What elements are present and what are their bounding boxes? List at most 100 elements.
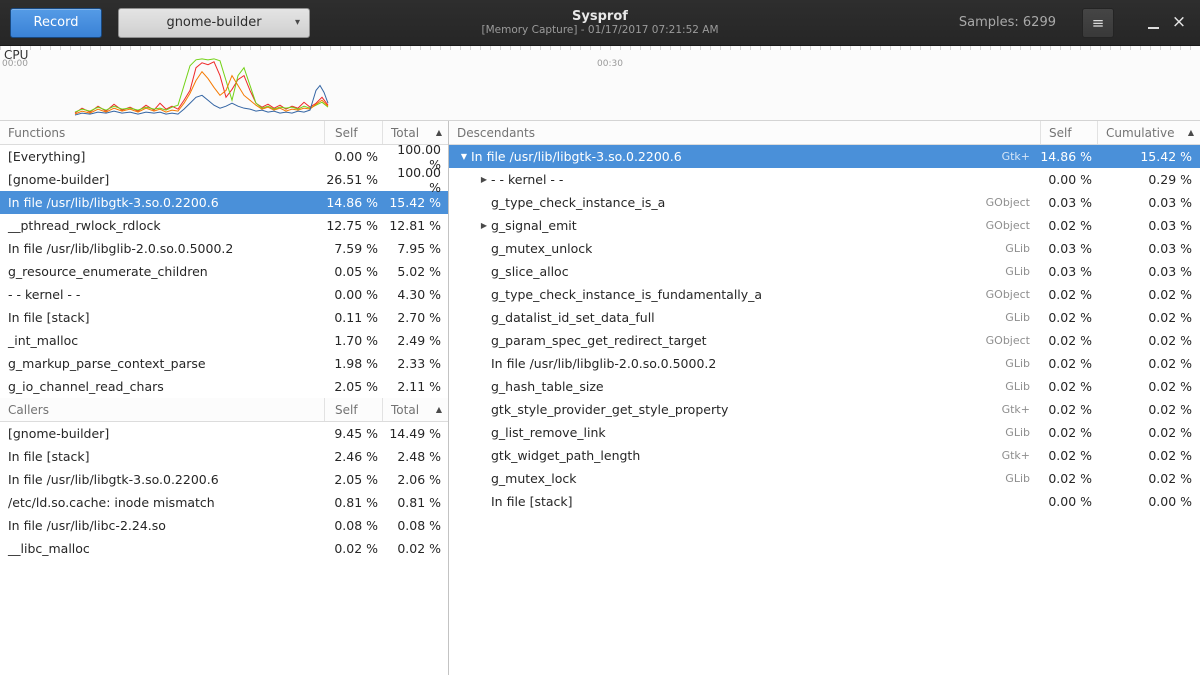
- callers-self-column-header[interactable]: Self: [324, 398, 382, 421]
- callers-table-row[interactable]: In file /usr/lib/libc-2.24.so0.08 %0.08 …: [0, 514, 448, 537]
- function-name: gtk_style_provider_get_style_property: [491, 402, 728, 417]
- function-name: In file [stack]: [0, 310, 324, 325]
- callers-total-column-header[interactable]: Total ▲: [382, 398, 448, 421]
- descendants-table-row[interactable]: gtk_widget_path_lengthGtk+0.02 %0.02 %: [449, 444, 1200, 467]
- self-percent: 0.02 %: [1040, 402, 1097, 417]
- function-name: In file /usr/lib/libgtk-3.so.0.2200.6: [0, 195, 324, 210]
- self-percent: 0.03 %: [1040, 241, 1097, 256]
- descendant-name-cell: g_hash_table_sizeGLib: [449, 379, 1040, 394]
- cumulative-percent: 0.03 %: [1097, 264, 1200, 279]
- cumulative-percent: 15.42 %: [1097, 149, 1200, 164]
- functions-table-row[interactable]: [gnome-builder]26.51 %100.00 %: [0, 168, 448, 191]
- total-percent: 2.33 %: [382, 356, 448, 371]
- self-percent: 0.02 %: [1040, 471, 1097, 486]
- cpu-series-cpu-green: [75, 59, 328, 112]
- expander-closed-icon[interactable]: ▶: [477, 175, 491, 184]
- descendants-table-row[interactable]: g_type_check_instance_is_aGObject0.03 %0…: [449, 191, 1200, 214]
- self-percent: 12.75 %: [324, 218, 382, 233]
- callers-table-row[interactable]: /etc/ld.so.cache: inode mismatch0.81 %0.…: [0, 491, 448, 514]
- self-percent: 2.05 %: [324, 379, 382, 394]
- self-percent: 0.02 %: [1040, 379, 1097, 394]
- descendants-table-row[interactable]: g_mutex_unlockGLib0.03 %0.03 %: [449, 237, 1200, 260]
- total-percent: 0.08 %: [382, 518, 448, 533]
- functions-table-row[interactable]: - - kernel - -0.00 %4.30 %: [0, 283, 448, 306]
- descendants-table-row[interactable]: ▶- - kernel - -0.00 %0.29 %: [449, 168, 1200, 191]
- functions-table-row[interactable]: __pthread_rwlock_rdlock12.75 %12.81 %: [0, 214, 448, 237]
- descendants-table-row[interactable]: In file /usr/lib/libglib-2.0.so.0.5000.2…: [449, 352, 1200, 375]
- descendants-table-row[interactable]: ▼In file /usr/lib/libgtk-3.so.0.2200.6 Gt…: [449, 145, 1200, 168]
- descendants-table-row[interactable]: g_type_check_instance_is_fundamentally_a…: [449, 283, 1200, 306]
- function-name: [gnome-builder]: [0, 172, 324, 187]
- sort-indicator-icon: ▲: [1188, 128, 1194, 137]
- record-button[interactable]: Record: [10, 8, 102, 38]
- cumulative-percent: 0.02 %: [1097, 379, 1200, 394]
- descendants-cumulative-column-header[interactable]: Cumulative ▲: [1097, 121, 1200, 144]
- minimize-icon: [1148, 16, 1159, 29]
- function-name: In file /usr/lib/libglib-2.0.so.0.5000.2: [491, 356, 716, 371]
- library-badge: GObject: [986, 334, 1040, 347]
- descendants-table-row[interactable]: In file [stack]0.00 %0.00 %: [449, 490, 1200, 513]
- descendant-name-cell: g_slice_allocGLib: [449, 264, 1040, 279]
- callers-table-row[interactable]: __libc_malloc0.02 %0.02 %: [0, 537, 448, 560]
- functions-table-row[interactable]: g_markup_parse_context_parse1.98 %2.33 %: [0, 352, 448, 375]
- self-percent: 0.02 %: [324, 541, 382, 556]
- descendants-table-row[interactable]: ▶g_signal_emitGObject0.02 %0.03 %: [449, 214, 1200, 237]
- function-name: In file /usr/lib/libgtk-3.so.0.2200.6: [0, 472, 324, 487]
- functions-table-row[interactable]: In file /usr/lib/libglib-2.0.so.0.5000.2…: [0, 237, 448, 260]
- library-badge: GObject: [986, 196, 1040, 209]
- functions-table-row[interactable]: [Everything]0.00 %100.00 %: [0, 145, 448, 168]
- function-name: g_slice_alloc: [491, 264, 569, 279]
- self-percent: 1.70 %: [324, 333, 382, 348]
- cumulative-percent: 0.03 %: [1097, 241, 1200, 256]
- function-name: g_io_channel_read_chars: [0, 379, 324, 394]
- callers-table-row[interactable]: In file [stack]2.46 %2.48 %: [0, 445, 448, 468]
- descendants-table-row[interactable]: g_list_remove_linkGLib0.02 %0.02 %: [449, 421, 1200, 444]
- functions-table-row[interactable]: _int_malloc1.70 %2.49 %: [0, 329, 448, 352]
- callers-column-header[interactable]: Callers: [0, 398, 324, 421]
- sysprof-window: Record gnome-builder ▾ Sysprof [Memory C…: [0, 0, 1200, 675]
- descendants-table-row[interactable]: g_param_spec_get_redirect_targetGObject0…: [449, 329, 1200, 352]
- functions-table-row[interactable]: In file /usr/lib/libgtk-3.so.0.2200.614.…: [0, 191, 448, 214]
- function-name: /etc/ld.so.cache: inode mismatch: [0, 495, 324, 510]
- self-percent: 7.59 %: [324, 241, 382, 256]
- target-selector-dropdown[interactable]: gnome-builder ▾: [118, 8, 310, 38]
- sort-indicator-icon: ▲: [436, 405, 442, 414]
- cpu-timeline[interactable]: CPU 00:00 00:30: [0, 46, 1200, 121]
- functions-self-column-header[interactable]: Self: [324, 121, 382, 144]
- self-percent: 0.02 %: [1040, 310, 1097, 325]
- self-percent: 0.00 %: [1040, 494, 1097, 509]
- expander-open-icon[interactable]: ▼: [457, 152, 471, 161]
- total-percent: 5.02 %: [382, 264, 448, 279]
- descendants-table-row[interactable]: g_datalist_id_set_data_fullGLib0.02 %0.0…: [449, 306, 1200, 329]
- descendants-table-row[interactable]: g_mutex_lockGLib0.02 %0.02 %: [449, 467, 1200, 490]
- total-percent: 15.42 %: [382, 195, 448, 210]
- total-percent: 0.02 %: [382, 541, 448, 556]
- self-percent: 0.02 %: [1040, 356, 1097, 371]
- functions-column-header[interactable]: Functions: [0, 121, 324, 144]
- self-percent: 0.02 %: [1040, 218, 1097, 233]
- descendants-table-row[interactable]: gtk_style_provider_get_style_propertyGtk…: [449, 398, 1200, 421]
- cumulative-percent: 0.02 %: [1097, 402, 1200, 417]
- self-percent: 0.02 %: [1040, 287, 1097, 302]
- descendant-name-cell: g_datalist_id_set_data_fullGLib: [449, 310, 1040, 325]
- expander-closed-icon[interactable]: ▶: [477, 221, 491, 230]
- total-percent: 2.70 %: [382, 310, 448, 325]
- self-percent: 0.02 %: [1040, 333, 1097, 348]
- callers-table-row[interactable]: [gnome-builder]9.45 %14.49 %: [0, 422, 448, 445]
- minimize-button[interactable]: [1140, 8, 1166, 38]
- functions-table: [Everything]0.00 %100.00 %[gnome-builder…: [0, 145, 448, 398]
- functions-table-row[interactable]: In file [stack]0.11 %2.70 %: [0, 306, 448, 329]
- function-name: In file /usr/lib/libgtk-3.so.0.2200.6: [471, 149, 682, 164]
- descendants-table-row[interactable]: g_slice_allocGLib0.03 %0.03 %: [449, 260, 1200, 283]
- library-badge: Gtk+: [1002, 150, 1040, 163]
- descendants-table-header: Descendants Self Cumulative ▲: [449, 121, 1200, 145]
- callers-table-row[interactable]: In file /usr/lib/libgtk-3.so.0.2200.62.0…: [0, 468, 448, 491]
- functions-table-row[interactable]: g_resource_enumerate_children0.05 %5.02 …: [0, 260, 448, 283]
- descendants-self-column-header[interactable]: Self: [1040, 121, 1097, 144]
- menu-button[interactable]: ≡: [1082, 8, 1114, 38]
- library-badge: GLib: [1005, 311, 1040, 324]
- descendants-table-row[interactable]: g_hash_table_sizeGLib0.02 %0.02 %: [449, 375, 1200, 398]
- close-button[interactable]: ×: [1166, 8, 1192, 38]
- functions-table-row[interactable]: g_io_channel_read_chars2.05 %2.11 %: [0, 375, 448, 398]
- descendants-column-header[interactable]: Descendants: [449, 121, 1040, 144]
